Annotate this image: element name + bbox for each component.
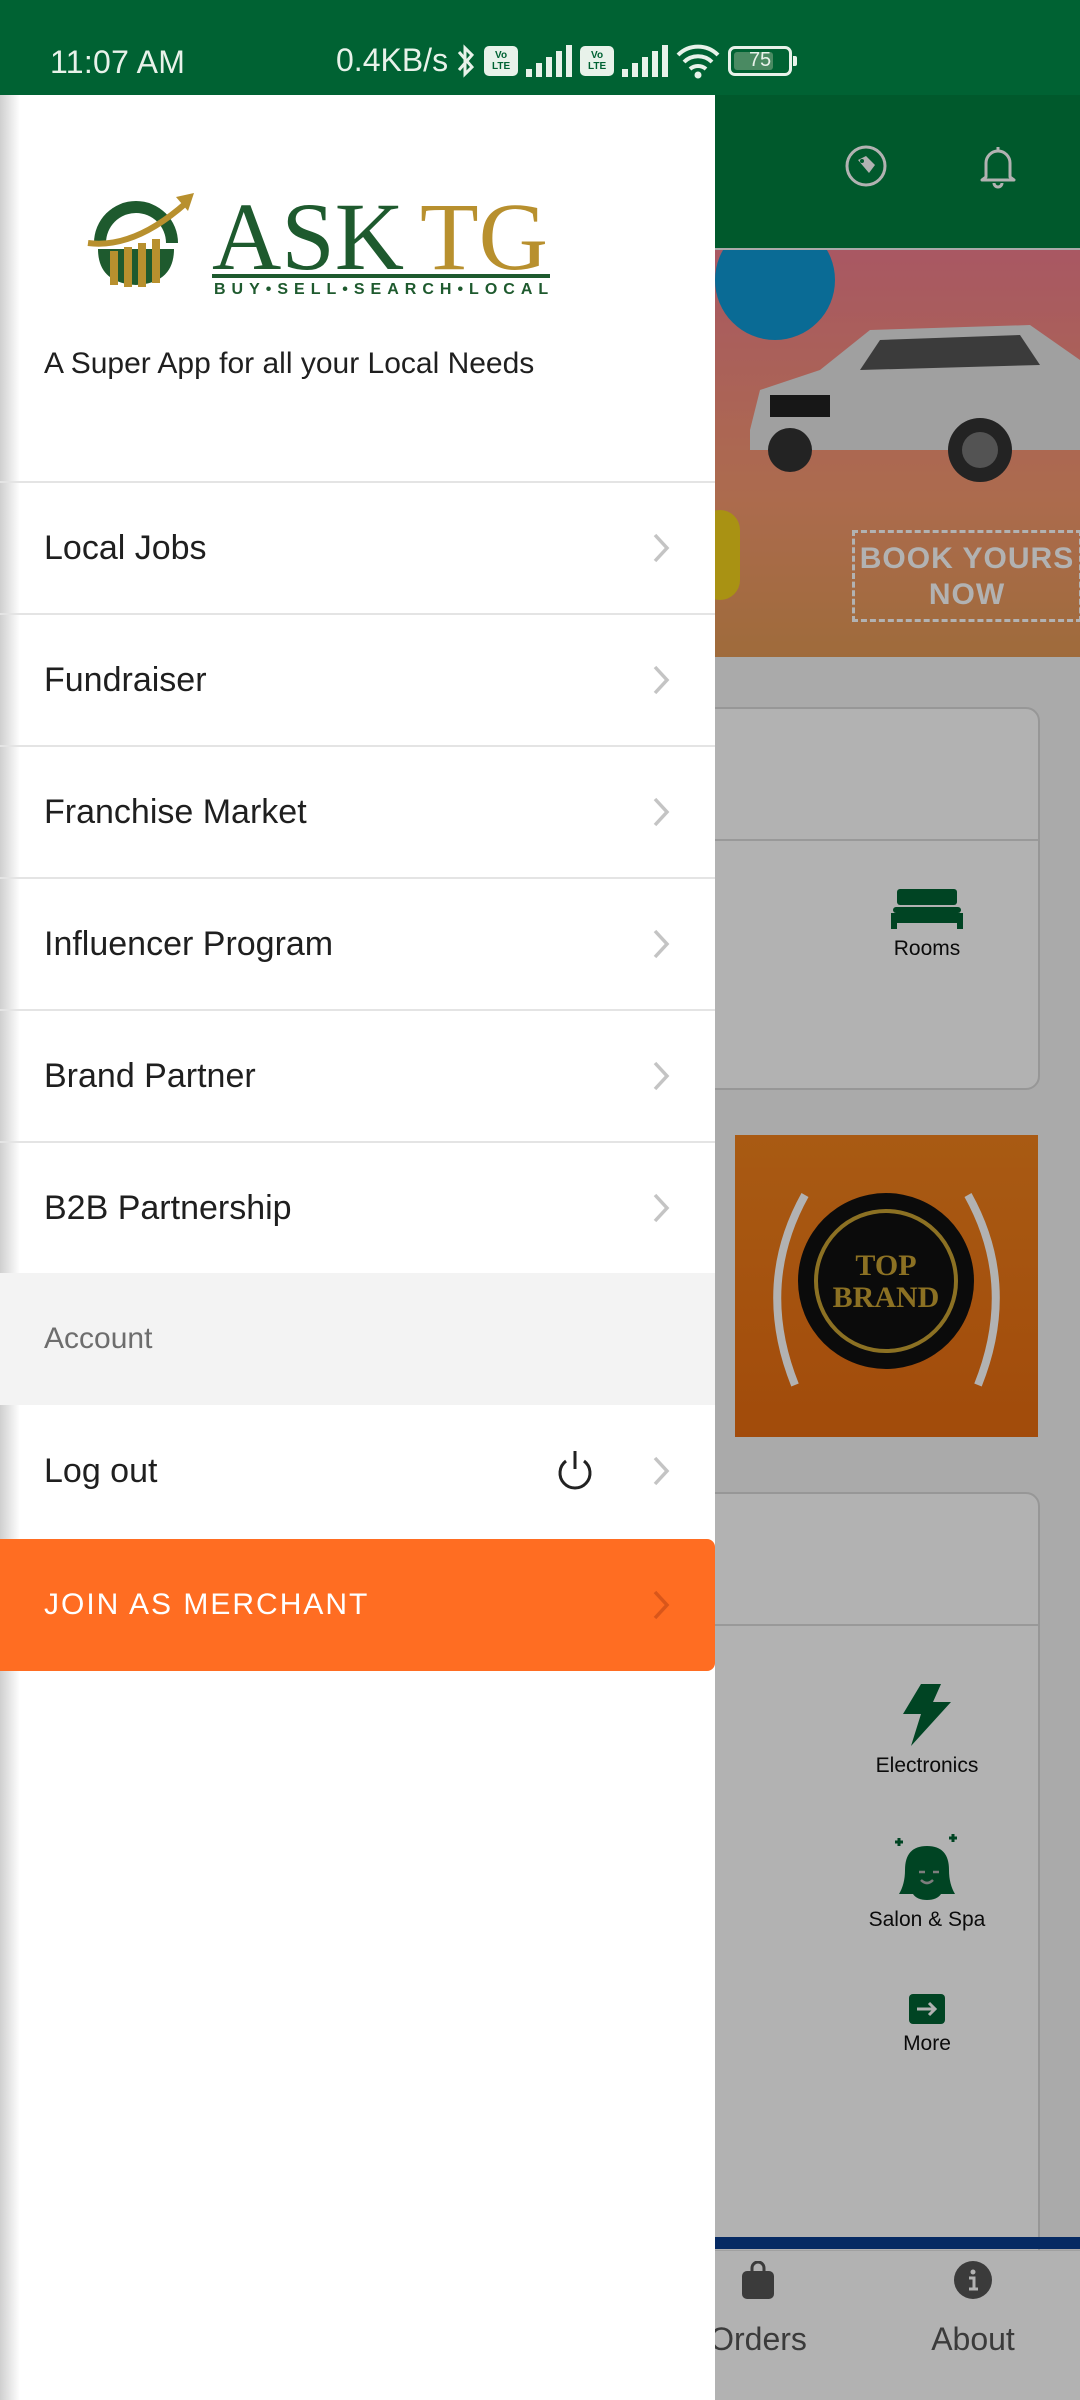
signal-icon	[526, 44, 573, 77]
chevron-right-icon	[653, 533, 670, 563]
logo-subtitle: BUY•SELL•SEARCH•LOCAL	[214, 281, 554, 295]
chevron-right-icon	[653, 929, 670, 959]
menu-item-franchise-market[interactable]: Franchise Market	[0, 745, 715, 877]
menu-item-b2b-partnership[interactable]: B2B Partnership	[0, 1141, 715, 1273]
chevron-right-icon	[653, 797, 670, 827]
signal-icon	[622, 44, 669, 77]
menu-item-influencer-program[interactable]: Influencer Program	[0, 877, 715, 1009]
status-time: 11:07 AM	[50, 44, 186, 80]
chevron-right-icon	[653, 1456, 670, 1486]
menu-item-fundraiser[interactable]: Fundraiser	[0, 613, 715, 745]
wifi-icon	[676, 43, 720, 79]
menu-item-label: Local Jobs	[44, 528, 207, 567]
menu-item-local-jobs[interactable]: Local Jobs	[0, 481, 715, 613]
drawer-menu: Local Jobs Fundraiser Franchise Market I…	[0, 481, 715, 1671]
logout-button[interactable]: Log out	[0, 1405, 715, 1537]
chevron-right-icon	[653, 665, 670, 695]
volte-icon: Vo LTE	[580, 45, 615, 76]
volte-icon: Vo LTE	[484, 45, 519, 76]
menu-item-label: Fundraiser	[44, 660, 207, 699]
status-bar: 11:07 AM 0.4KB/s Vo LTE Vo LTE 75	[0, 0, 1080, 95]
battery-icon: 75	[728, 45, 798, 76]
network-speed: 0.4KB/s	[336, 42, 449, 78]
app-tagline: A Super App for all your Local Needs	[44, 347, 535, 380]
chevron-right-icon	[653, 1193, 670, 1223]
join-as-merchant-button[interactable]: JOIN AS MERCHANT	[0, 1539, 715, 1671]
menu-item-brand-partner[interactable]: Brand Partner	[0, 1009, 715, 1141]
menu-item-label: Influencer Program	[44, 924, 334, 963]
menu-item-label: B2B Partnership	[44, 1188, 292, 1227]
chevron-right-icon	[653, 1590, 670, 1620]
logo-emblem-icon	[84, 193, 194, 295]
battery-level: 75	[748, 49, 772, 71]
asktg-logo: ASK TG BUY•SELL•SEARCH•LOCAL	[84, 185, 554, 295]
navigation-drawer: ASK TG BUY•SELL•SEARCH•LOCAL A Super App…	[0, 95, 715, 2400]
menu-item-label: Franchise Market	[44, 792, 307, 831]
status-icons: 0.4KB/s Vo LTE Vo LTE 75	[336, 42, 798, 79]
bluetooth-icon	[456, 43, 476, 79]
menu-item-label: Log out	[44, 1451, 158, 1490]
power-icon	[558, 1451, 592, 1490]
chevron-right-icon	[653, 1061, 670, 1091]
merchant-button-label: JOIN AS MERCHANT	[44, 1588, 370, 1621]
account-section-header: Account	[0, 1273, 715, 1405]
menu-item-label: Brand Partner	[44, 1056, 256, 1095]
